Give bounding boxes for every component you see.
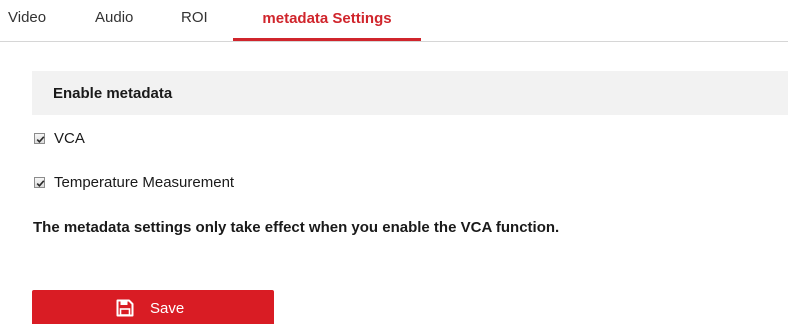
temperature-measurement-label: Temperature Measurement: [54, 173, 235, 191]
vca-label: VCA: [54, 129, 85, 147]
tab-video[interactable]: Video: [8, 9, 46, 26]
metadata-settings-page: Video Audio ROI metadata Settings Enable…: [0, 0, 788, 324]
save-button-label: Save: [150, 300, 185, 317]
section-title: Enable metadata: [53, 85, 173, 102]
tab-audio[interactable]: Audio: [95, 9, 133, 26]
vca-option[interactable]: VCA: [34, 128, 85, 148]
save-icon: [116, 299, 134, 317]
tab-roi[interactable]: ROI: [181, 9, 208, 26]
info-note: The metadata settings only take effect w…: [33, 219, 560, 236]
checkmark-icon: [36, 135, 45, 143]
tab-metadata-settings[interactable]: metadata Settings: [233, 0, 421, 41]
temperature-measurement-checkbox[interactable]: [34, 176, 45, 188]
section-header: Enable metadata: [32, 71, 788, 115]
temperature-measurement-option[interactable]: Temperature Measurement: [34, 172, 234, 192]
checkmark-icon: [36, 179, 45, 187]
tab-bar: Video Audio ROI metadata Settings: [0, 0, 788, 42]
vca-checkbox[interactable]: [34, 132, 45, 144]
save-button[interactable]: Save: [32, 290, 274, 324]
